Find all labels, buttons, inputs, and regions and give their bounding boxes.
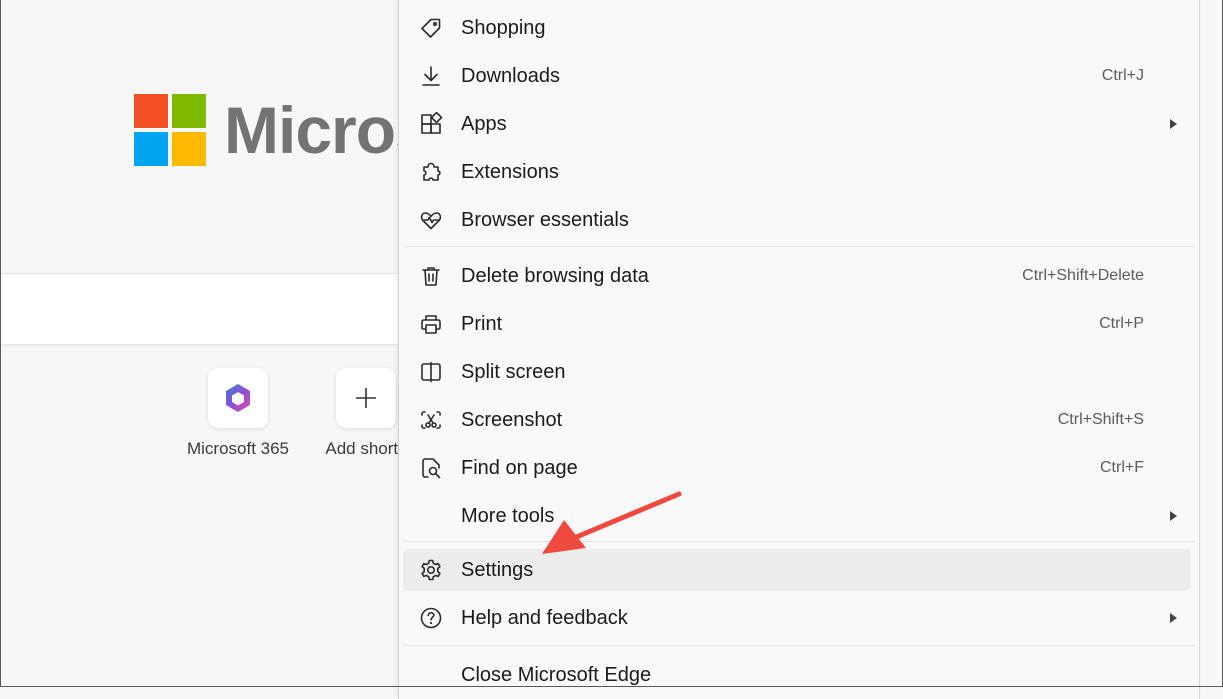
menu-item-screenshot[interactable]: Screenshot Ctrl+Shift+S [403,399,1191,441]
tile-microsoft-365[interactable]: Microsoft 365 [178,368,298,459]
menu-item-label: Delete browsing data [461,264,649,287]
menu-item-delete-browsing-data[interactable]: Delete browsing data Ctrl+Shift+Delete [403,255,1191,297]
menu-item-label: Extensions [461,160,559,183]
split-screen-icon [419,360,443,384]
gear-icon [419,558,443,582]
menu-item-downloads[interactable]: Downloads Ctrl+J [403,55,1191,97]
shortcut-hint: Ctrl+F [1100,459,1144,476]
menu-item-extensions[interactable]: Extensions [403,151,1191,193]
menu-item-label: Find on page [461,456,578,479]
menu-item-label: Split screen [461,360,566,383]
menu-item-label: Settings [461,558,534,581]
shortcut-hint: Ctrl+J [1101,67,1144,84]
menu-item-label: Print [461,312,503,335]
settings-and-more-menu: Shopping Downloads Ctrl+J Apps Extension… [398,0,1200,699]
submenu-arrow-icon [1170,511,1177,521]
menu-item-label: Screenshot [461,408,563,431]
scissors-icon [419,408,443,432]
menu-item-help-and-feedback[interactable]: Help and feedback [403,597,1191,639]
microsoft-logo [134,94,206,166]
shortcut-hint: Ctrl+Shift+Delete [1022,267,1144,284]
logo-blue-square [134,132,168,166]
menu-item-find-on-page[interactable]: Find on page Ctrl+F [403,447,1191,489]
trash-icon [419,264,443,288]
menu-item-close-edge[interactable]: Close Microsoft Edge [403,654,1191,696]
menu-item-label: More tools [461,504,555,527]
menu-item-settings[interactable]: Settings [403,549,1191,591]
menu-item-print[interactable]: Print Ctrl+P [403,303,1191,345]
search-box[interactable] [1,273,421,345]
menu-item-label: Shopping [461,16,546,39]
menu-item-shopping[interactable]: Shopping [403,7,1191,49]
logo-green-square [172,94,206,128]
plus-icon [336,368,396,428]
apps-icon [419,111,443,136]
menu-item-browser-essentials[interactable]: Browser essentials [403,199,1191,241]
puzzle-icon [419,160,443,184]
shortcut-hint: Ctrl+Shift+S [1057,411,1144,428]
download-icon [419,64,443,88]
printer-icon [419,312,443,336]
menu-item-more-tools[interactable]: More tools [403,495,1191,537]
menu-item-label: Help and feedback [461,606,628,629]
menu-item-label: Close Microsoft Edge [461,663,652,686]
logo-red-square [134,94,168,128]
submenu-arrow-icon [1170,119,1177,129]
logo-yellow-square [172,132,206,166]
find-icon [419,456,443,480]
heart-pulse-icon [419,208,443,232]
menu-item-label: Downloads [461,64,560,87]
tag-icon [419,16,443,40]
menu-item-label: Browser essentials [461,208,629,231]
menu-separator [403,246,1195,247]
shortcut-hint: Ctrl+P [1099,315,1144,332]
submenu-arrow-icon [1170,613,1177,623]
menu-item-label: Apps [461,112,507,135]
menu-item-split-screen[interactable]: Split screen [403,351,1191,393]
help-icon [419,606,443,630]
tile-label: Microsoft 365 [186,439,290,458]
menu-separator [403,541,1195,542]
menu-item-apps[interactable]: Apps [403,103,1191,145]
microsoft-365-icon [208,368,268,428]
menu-separator [403,645,1195,646]
